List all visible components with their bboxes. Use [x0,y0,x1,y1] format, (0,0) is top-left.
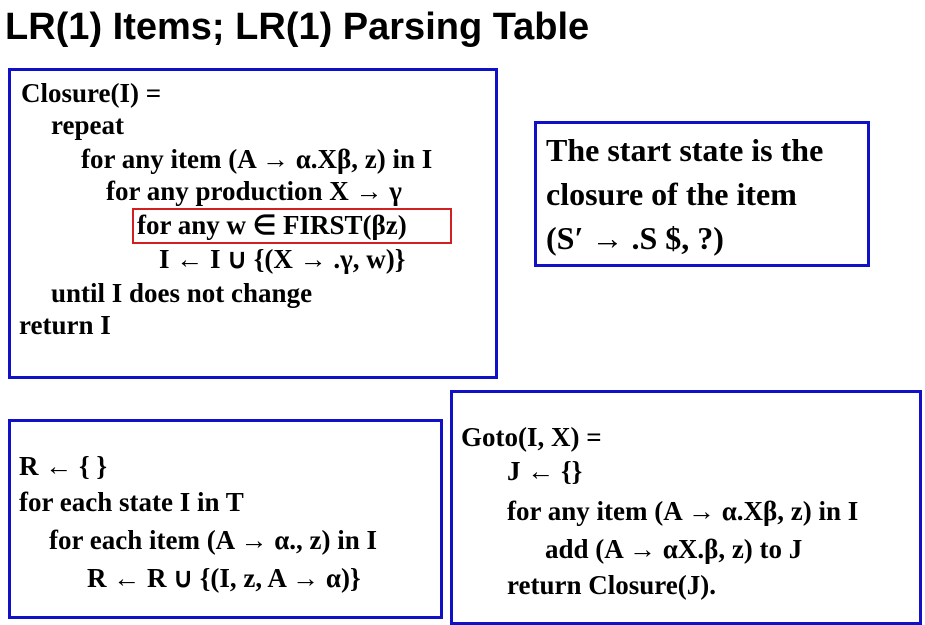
goto-line: for any item (A → α.Xβ, z) in I [507,496,859,526]
closure-line: for any w ∈ FIRST(βz) [137,210,407,240]
start-state-line: (S′ → .S $, ?) [546,220,724,256]
start-state-line: closure of the item [546,176,797,212]
reduce-line: R ← R ∪ {(I, z, A → α)} [87,563,361,593]
slide-title: LR(1) Items; LR(1) Parsing Table [5,6,590,48]
closure-line: Closure(I) = [21,78,162,108]
goto-line: return Closure(J). [507,570,716,600]
goto-algorithm-box: Goto(I, X) = J ← {} for any item (A → α.… [450,390,922,625]
goto-line: J ← {} [507,456,583,486]
reduce-line: for each item (A → α., z) in I [49,525,378,555]
closure-line: for any production X → γ [106,176,402,206]
closure-algorithm-box: Closure(I) = repeat for any item (A → α.… [8,68,498,379]
reduce-line: R ← { } [19,451,108,481]
start-state-box: The start state is the closure of the it… [534,121,870,267]
closure-line: return I [19,310,111,340]
goto-line: add (A → αX.β, z) to J [545,534,803,564]
closure-line: I ← I ∪ {(X → .γ, w)} [159,244,406,274]
reduce-line: for each state I in T [19,487,244,517]
closure-line: until I does not change [51,278,313,308]
start-state-line: The start state is the [546,132,824,168]
closure-line: for any item (A → α.Xβ, z) in I [81,144,433,174]
reduce-actions-box: R ← { } for each state I in T for each i… [8,419,443,619]
goto-line: Goto(I, X) = [461,422,602,452]
closure-line: repeat [51,110,124,140]
